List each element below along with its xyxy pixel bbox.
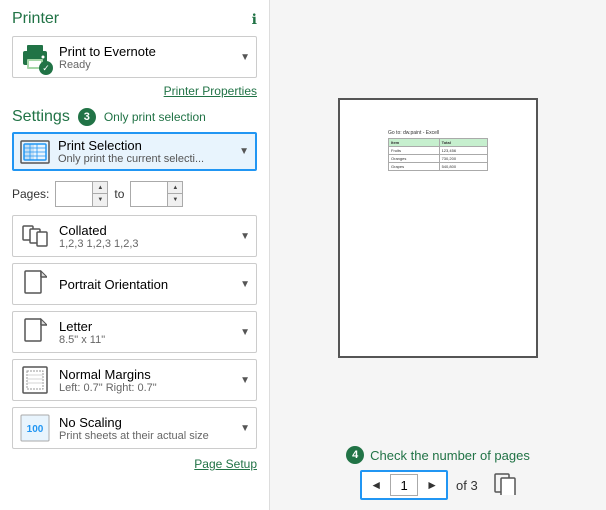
printer-properties-link[interactable]: Printer Properties	[12, 84, 257, 98]
margins-icon	[19, 364, 51, 396]
preview-area: Go to: dw.paint - Excell Item Total Frui…	[280, 10, 596, 446]
right-panel: Go to: dw.paint - Excell Item Total Frui…	[270, 0, 606, 510]
print-selection-icon	[20, 140, 50, 164]
print-selection-info: Print Selection Only print the current s…	[58, 138, 239, 165]
collated-info: Collated 1,2,3 1,2,3 1,2,3	[59, 223, 240, 250]
orientation-info: Portrait Orientation	[59, 277, 240, 292]
orientation-setting[interactable]: Portrait Orientation ▼	[12, 263, 257, 305]
orientation-icon	[19, 268, 51, 300]
print-selection-dropdown[interactable]: Print Selection Only print the current s…	[12, 132, 257, 171]
paper-arrow[interactable]: ▼	[240, 327, 250, 338]
collated-arrow[interactable]: ▼	[240, 231, 250, 242]
mini-table: Item Total Fruits 123,456 Oranges 730,20…	[388, 138, 488, 171]
scaling-detail: Print sheets at their actual size	[59, 430, 240, 442]
page-navigation-box: ◄ ►	[360, 470, 448, 500]
margins-setting[interactable]: Normal Margins Left: 0.7" Right: 0.7" ▼	[12, 359, 257, 401]
print-selection-arrow[interactable]: ▼	[239, 146, 249, 157]
pages-from-input[interactable]	[56, 182, 92, 206]
next-page-button[interactable]: ►	[422, 476, 442, 494]
collated-detail: 1,2,3 1,2,3 1,2,3	[59, 238, 240, 250]
settings-badge: 3	[78, 108, 96, 126]
printer-dropdown-arrow[interactable]: ▼	[240, 52, 250, 63]
mini-row-2-col-2: 730,200	[439, 155, 487, 163]
check-pages-text: Check the number of pages	[370, 448, 530, 463]
mini-title: Go to: dw.paint - Excell	[388, 130, 488, 136]
printer-title-text: Printer	[12, 10, 59, 28]
info-icon[interactable]: ℹ	[252, 11, 257, 28]
navigation-row: ◄ ► of 3	[360, 470, 515, 500]
mini-row-3-col-1: Grapes	[389, 163, 440, 171]
collated-icon	[19, 220, 51, 252]
pages-from-down[interactable]: ▼	[93, 194, 107, 206]
printer-icon: ✓	[19, 41, 51, 73]
paper-detail: 8.5" x 11"	[59, 334, 240, 346]
mini-header-item: Item	[389, 139, 440, 147]
pages-to-container: ▲ ▼	[130, 181, 183, 207]
pages-label: Pages:	[12, 187, 49, 201]
pages-row: Pages: ▲ ▼ to ▲ ▼	[12, 179, 257, 209]
paper-setting[interactable]: Letter 8.5" x 11" ▼	[12, 311, 257, 353]
mini-row-1-col-1: Fruits	[389, 147, 440, 155]
printer-info: Print to Evernote Ready	[59, 44, 240, 71]
pages-from-up[interactable]: ▲	[93, 182, 107, 194]
print-selection-title: Print Selection	[58, 138, 239, 153]
orientation-arrow[interactable]: ▼	[240, 279, 250, 290]
margins-name: Normal Margins	[59, 367, 240, 382]
prev-page-button[interactable]: ◄	[366, 476, 386, 494]
print-selection-desc: Only print the current selecti...	[58, 153, 239, 165]
pages-to-label: to	[114, 187, 124, 201]
mini-spreadsheet-preview: Go to: dw.paint - Excell Item Total Frui…	[388, 130, 488, 171]
paper-icon	[19, 316, 51, 348]
printer-name: Print to Evernote	[59, 44, 240, 59]
pages-to-input[interactable]	[131, 182, 167, 206]
left-panel: Printer ℹ ✓ Print to Evernote Ready ▼ Pr…	[0, 0, 270, 510]
page-number-input[interactable]	[390, 474, 418, 496]
settings-header: Settings 3 Only print selection	[12, 108, 257, 126]
page-preview: Go to: dw.paint - Excell Item Total Frui…	[338, 98, 538, 358]
printer-selector[interactable]: ✓ Print to Evernote Ready ▼	[12, 36, 257, 78]
check-pages-badge: 4	[346, 446, 364, 464]
pages-to-up[interactable]: ▲	[168, 182, 182, 194]
printer-status: Ready	[59, 59, 240, 71]
margins-detail: Left: 0.7" Right: 0.7"	[59, 382, 240, 394]
page-layout-icon[interactable]	[494, 473, 516, 498]
margins-arrow[interactable]: ▼	[240, 375, 250, 386]
of-pages-label: of 3	[456, 478, 478, 493]
pages-from-container: ▲ ▼	[55, 181, 108, 207]
mini-row-2-col-1: Oranges	[389, 155, 440, 163]
svg-text:100: 100	[27, 424, 44, 435]
check-pages-row: 4 Check the number of pages	[346, 446, 530, 464]
scaling-name: No Scaling	[59, 415, 240, 430]
settings-title: Settings	[12, 108, 70, 126]
scaling-info: No Scaling Print sheets at their actual …	[59, 415, 240, 442]
printer-ready-badge: ✓	[39, 61, 53, 75]
mini-row-3-col-2: 540,800	[439, 163, 487, 171]
bottom-controls: 4 Check the number of pages ◄ ► of 3	[280, 446, 596, 500]
printer-section-title: Printer ℹ	[12, 10, 257, 28]
scaling-arrow[interactable]: ▼	[240, 423, 250, 434]
paper-name: Letter	[59, 319, 240, 334]
pages-to-down[interactable]: ▼	[168, 194, 182, 206]
page-setup-link[interactable]: Page Setup	[12, 457, 257, 471]
collated-name: Collated	[59, 223, 240, 238]
paper-info: Letter 8.5" x 11"	[59, 319, 240, 346]
mini-header-total: Total	[439, 139, 487, 147]
only-print-selection-label: Only print selection	[104, 110, 206, 124]
mini-row-1-col-2: 123,456	[439, 147, 487, 155]
collated-setting[interactable]: Collated 1,2,3 1,2,3 1,2,3 ▼	[12, 215, 257, 257]
scaling-setting[interactable]: 100 No Scaling Print sheets at their act…	[12, 407, 257, 449]
scaling-icon: 100	[19, 412, 51, 444]
orientation-name: Portrait Orientation	[59, 277, 240, 292]
margins-info: Normal Margins Left: 0.7" Right: 0.7"	[59, 367, 240, 394]
